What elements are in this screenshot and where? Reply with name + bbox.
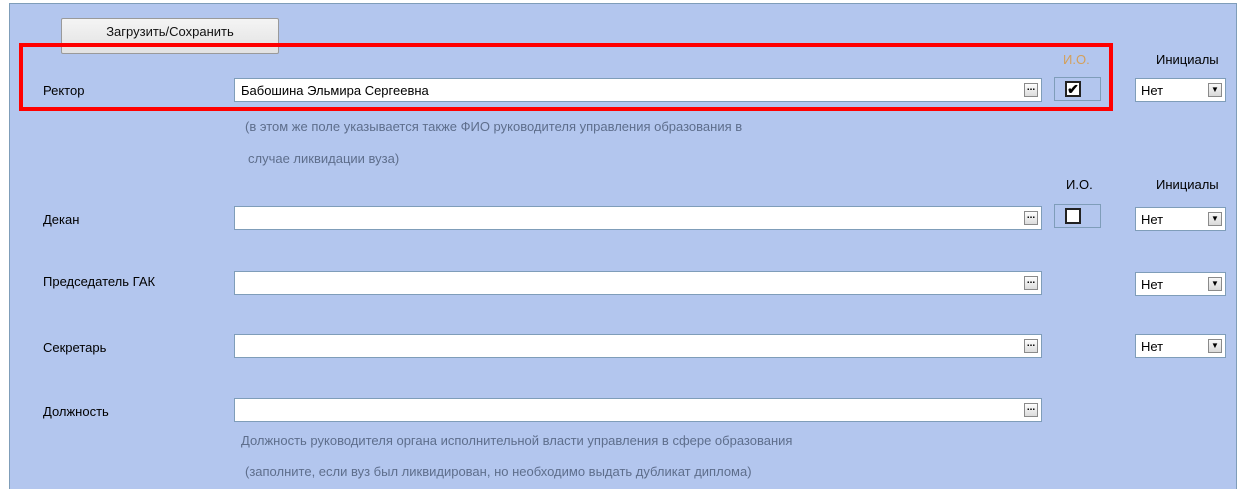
chevron-down-icon: ▼ — [1208, 339, 1222, 353]
io-header: И.О. — [1063, 52, 1090, 67]
dean-field[interactable]: ... — [234, 206, 1042, 230]
rector-label: Ректор — [43, 83, 85, 98]
secretary-initials-select[interactable]: Нет ▼ — [1135, 334, 1226, 358]
rector-initials-select[interactable]: Нет ▼ — [1135, 78, 1226, 102]
ellipsis-icon[interactable]: ... — [1024, 403, 1038, 417]
chevron-down-icon: ▼ — [1208, 83, 1222, 97]
dean-io-container — [1054, 204, 1101, 228]
rector-hint-line1: (в этом же поле указывается также ФИО ру… — [245, 119, 743, 134]
initials-header-2: Инициалы — [1156, 177, 1219, 192]
ellipsis-icon[interactable]: ... — [1024, 211, 1038, 225]
load-save-button[interactable]: Загрузить/Сохранить — [61, 18, 279, 54]
position-field[interactable]: ... — [234, 398, 1042, 422]
rector-io-checkbox[interactable]: ✔ — [1065, 81, 1081, 97]
secretary-label: Секретарь — [43, 340, 107, 355]
rector-hint-line2: случае ликвидации вуза) — [248, 151, 400, 166]
chevron-down-icon: ▼ — [1208, 212, 1222, 226]
io-header-2: И.О. — [1066, 177, 1093, 192]
secretary-field[interactable]: ... — [234, 334, 1042, 358]
secretary-initials-value: Нет — [1141, 339, 1164, 354]
chairman-initials-value: Нет — [1141, 277, 1164, 292]
position-label: Должность — [43, 404, 109, 419]
rector-field[interactable]: Бабошина Эльмира Сергеевна ... — [234, 78, 1042, 102]
rector-value: Бабошина Эльмира Сергеевна — [241, 83, 429, 98]
initials-header: Инициалы — [1156, 52, 1219, 67]
ellipsis-icon[interactable]: ... — [1024, 339, 1038, 353]
dean-io-checkbox[interactable] — [1065, 208, 1081, 224]
rector-initials-value: Нет — [1141, 83, 1164, 98]
dean-initials-select[interactable]: Нет ▼ — [1135, 207, 1226, 231]
chairman-field[interactable]: ... — [234, 271, 1042, 295]
position-hint-line1: Должность руководителя органа исполнител… — [241, 433, 793, 448]
chairman-label: Председатель ГАК — [43, 274, 156, 289]
dean-label: Декан — [43, 212, 80, 227]
ellipsis-icon[interactable]: ... — [1024, 83, 1038, 97]
chairman-initials-select[interactable]: Нет ▼ — [1135, 272, 1226, 296]
ellipsis-icon[interactable]: ... — [1024, 276, 1038, 290]
chevron-down-icon: ▼ — [1208, 277, 1222, 291]
position-hint-line2: (заполните, если вуз был ликвидирован, н… — [245, 464, 752, 479]
dean-initials-value: Нет — [1141, 212, 1164, 227]
rector-io-container: ✔ — [1054, 77, 1101, 101]
